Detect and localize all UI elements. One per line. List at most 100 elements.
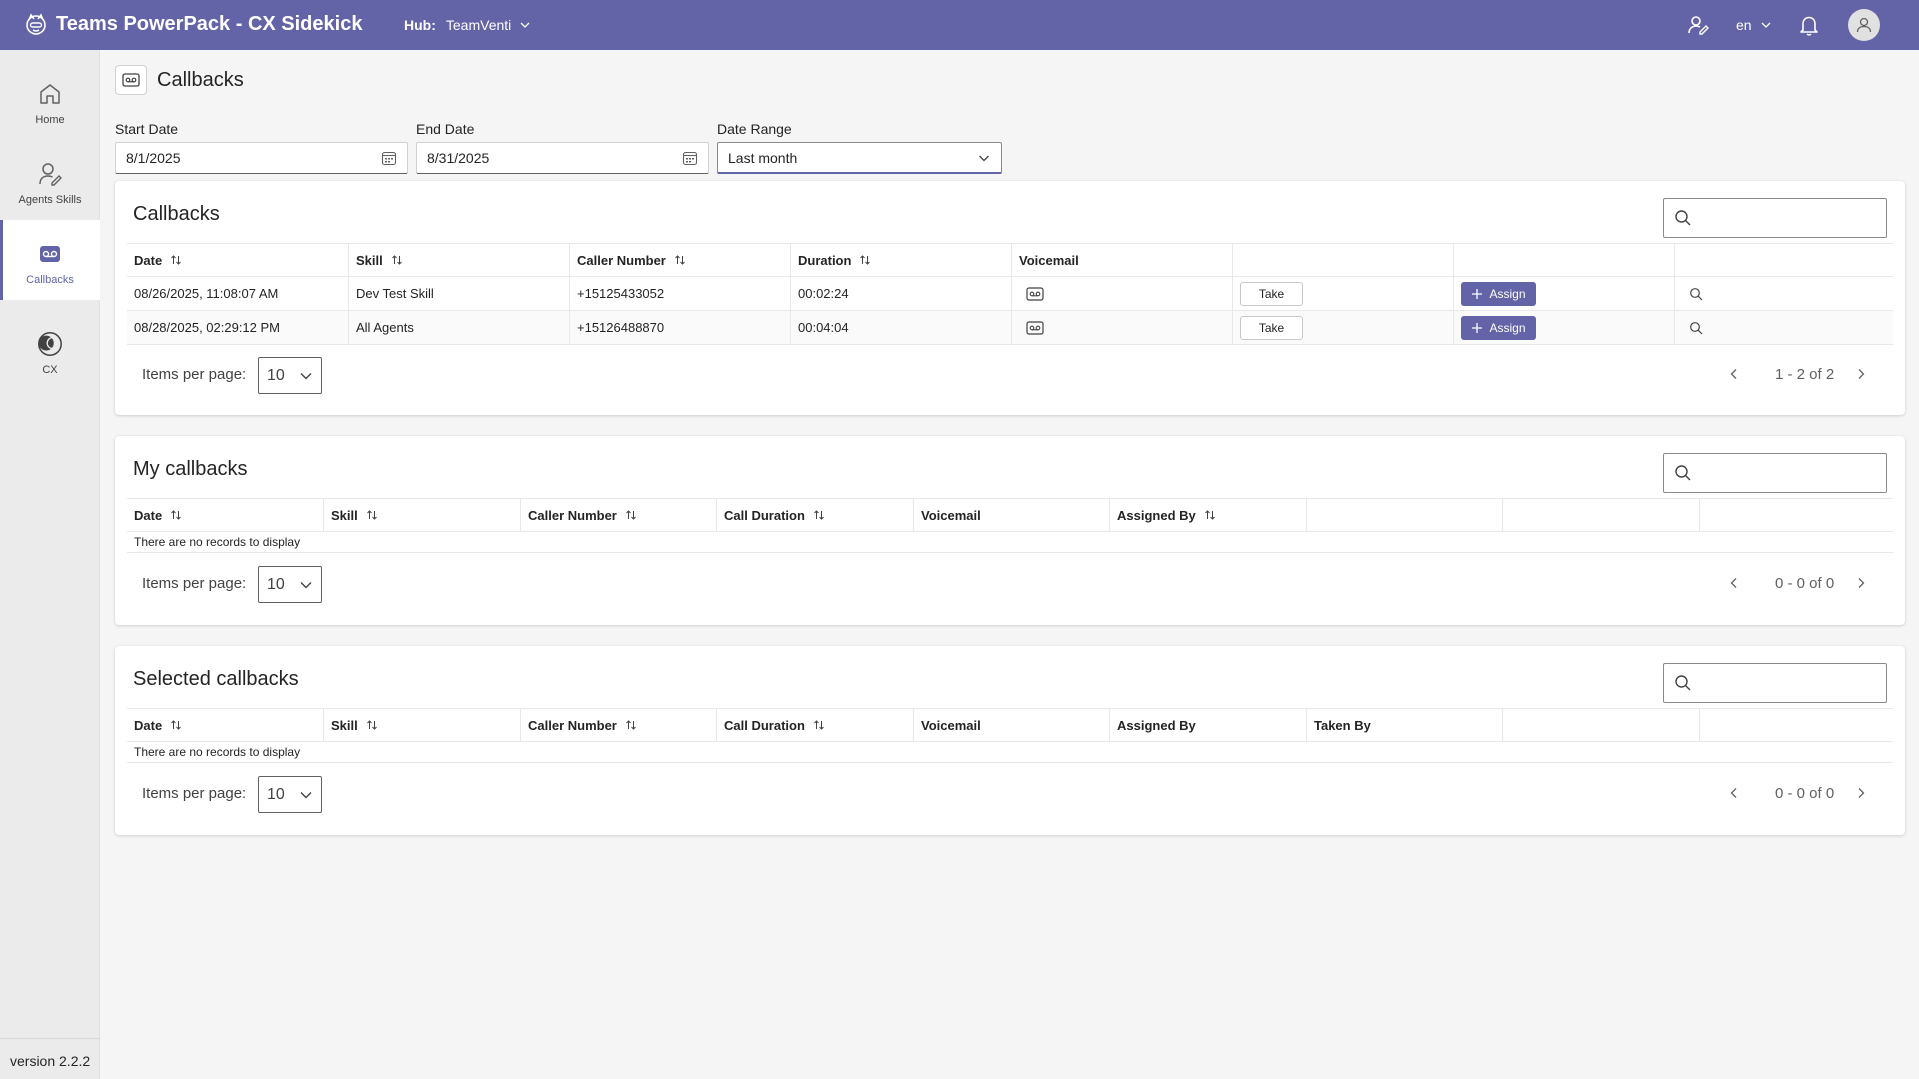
column-header-empty (1699, 709, 1893, 741)
take-button[interactable]: Take (1240, 315, 1303, 340)
sidebar-item-label: Agents Skills (18, 194, 82, 206)
sort-icon[interactable] (859, 254, 871, 266)
column-header-take (1232, 244, 1453, 276)
avatar[interactable] (1848, 9, 1880, 41)
agent-status-icon[interactable] (1686, 13, 1710, 37)
sort-icon[interactable] (625, 719, 637, 731)
column-header-duration[interactable]: Duration (790, 244, 1011, 276)
column-header-empty (1699, 499, 1893, 531)
date-range-select[interactable]: Last month (717, 142, 1002, 174)
column-header-caller-number[interactable]: Caller Number (520, 499, 716, 531)
sort-icon[interactable] (366, 509, 378, 521)
assign-button[interactable]: Assign (1461, 281, 1536, 306)
column-header-skill[interactable]: Skill (323, 709, 520, 741)
previous-page-icon[interactable] (1727, 576, 1741, 590)
my-callbacks-pagination: Items per page: 10 0 - 0 of 0 (127, 564, 1893, 604)
empty-message: There are no records to display (127, 742, 1893, 763)
callbacks-search-input[interactable] (1663, 198, 1887, 238)
column-header-call-duration[interactable]: Call Duration (716, 709, 913, 741)
hub-dropdown[interactable]: TeamVenti (446, 17, 531, 33)
search-icon (1674, 209, 1692, 227)
page-title: Callbacks (157, 68, 244, 91)
sort-icon[interactable] (366, 719, 378, 731)
sort-icon[interactable] (391, 254, 403, 266)
search-icon[interactable] (1689, 287, 1703, 301)
callbacks-pagination: Items per page: 10 1 - 2 of 2 (127, 355, 1893, 395)
table-header: Date Skill Caller Number Call Duration V… (127, 498, 1893, 532)
sidebar-item-home[interactable]: Home (0, 60, 100, 140)
column-header-empty (1502, 499, 1699, 531)
column-header-details (1674, 244, 1893, 276)
callbacks-card: Callbacks Date Skill Caller Number Durat… (115, 181, 1905, 415)
my-callbacks-card: My callbacks Date Skill Caller Number Ca… (115, 436, 1905, 625)
column-header-date[interactable]: Date (127, 499, 323, 531)
sidebar-item-callbacks[interactable]: Callbacks (0, 220, 100, 300)
hub-selector: Hub: TeamVenti (404, 17, 531, 33)
date-range-value: Last month (728, 149, 798, 166)
date-range-label: Date Range (717, 121, 792, 137)
items-per-page-select[interactable]: 10 (258, 776, 322, 813)
callbacks-table: Date Skill Caller Number Duration Voicem… (127, 243, 1893, 345)
sort-icon[interactable] (625, 509, 637, 521)
next-page-icon[interactable] (1854, 786, 1868, 800)
sort-icon[interactable] (170, 509, 182, 521)
sort-icon[interactable] (813, 719, 825, 731)
column-header-skill[interactable]: Skill (348, 244, 569, 276)
column-header-date[interactable]: Date (127, 244, 348, 276)
column-header-skill[interactable]: Skill (323, 499, 520, 531)
plus-icon (1472, 288, 1483, 299)
previous-page-icon[interactable] (1727, 367, 1741, 381)
next-page-icon[interactable] (1854, 367, 1868, 381)
end-date-input[interactable]: 8/31/2025 (416, 142, 709, 174)
assign-button[interactable]: Assign (1461, 315, 1536, 340)
bell-icon[interactable] (1797, 13, 1821, 37)
voicemail-icon[interactable] (1026, 286, 1044, 301)
cx-icon (36, 330, 64, 358)
search-icon[interactable] (1689, 321, 1703, 335)
column-header-caller-number[interactable]: Caller Number (520, 709, 716, 741)
search-icon (1674, 464, 1692, 482)
sort-icon[interactable] (674, 254, 686, 266)
voicemail-icon[interactable] (1026, 320, 1044, 335)
column-header-caller-number[interactable]: Caller Number (569, 244, 790, 276)
chevron-down-icon (299, 369, 313, 383)
items-per-page-select[interactable]: 10 (258, 357, 322, 394)
start-date-label: Start Date (115, 121, 179, 137)
user-icon (1856, 17, 1872, 33)
column-header-date[interactable]: Date (127, 709, 323, 741)
sidebar-item-agents-skills[interactable]: Agents Skills (0, 140, 100, 220)
next-page-icon[interactable] (1854, 576, 1868, 590)
voicemail-icon (36, 240, 64, 268)
column-header-call-duration[interactable]: Call Duration (716, 499, 913, 531)
cell-caller-number: +15126488870 (569, 311, 790, 344)
agent-skills-icon (36, 160, 64, 188)
table-row: 08/26/2025, 11:08:07 AM Dev Test Skill +… (127, 277, 1893, 311)
sort-icon[interactable] (1204, 509, 1216, 521)
items-per-page-select[interactable]: 10 (258, 566, 322, 603)
selected-callbacks-card: Selected callbacks Date Skill Caller Num… (115, 646, 1905, 835)
start-date-input[interactable]: 8/1/2025 (115, 142, 408, 174)
language-selector[interactable]: en (1736, 17, 1772, 33)
hub-value: TeamVenti (445, 17, 512, 33)
take-button[interactable]: Take (1240, 281, 1303, 306)
cell-take: Take (1232, 311, 1453, 344)
chevron-down-icon (977, 151, 991, 165)
start-date-field: Start Date 8/1/2025 (115, 121, 408, 174)
sort-icon[interactable] (170, 719, 182, 731)
app-title: Teams PowerPack - CX Sidekick (56, 13, 363, 35)
calendar-icon[interactable] (381, 150, 397, 166)
sidebar-item-cx[interactable]: CX (0, 310, 100, 390)
calendar-icon[interactable] (682, 150, 698, 166)
cell-caller-number: +15125433052 (569, 277, 790, 310)
table-header: Date Skill Caller Number Call Duration V… (127, 708, 1893, 742)
sort-icon[interactable] (813, 509, 825, 521)
column-header-assigned-by[interactable]: Assigned By (1109, 499, 1306, 531)
selected-callbacks-search-input[interactable] (1663, 663, 1887, 703)
sort-icon[interactable] (170, 254, 182, 266)
my-callbacks-search-input[interactable] (1663, 453, 1887, 493)
selected-callbacks-title: Selected callbacks (133, 668, 299, 690)
previous-page-icon[interactable] (1727, 786, 1741, 800)
voicemail-icon (115, 65, 147, 95)
start-date-value: 8/1/2025 (126, 150, 181, 166)
sidebar: Home Agents Skills Callbacks CX version … (0, 50, 100, 1079)
